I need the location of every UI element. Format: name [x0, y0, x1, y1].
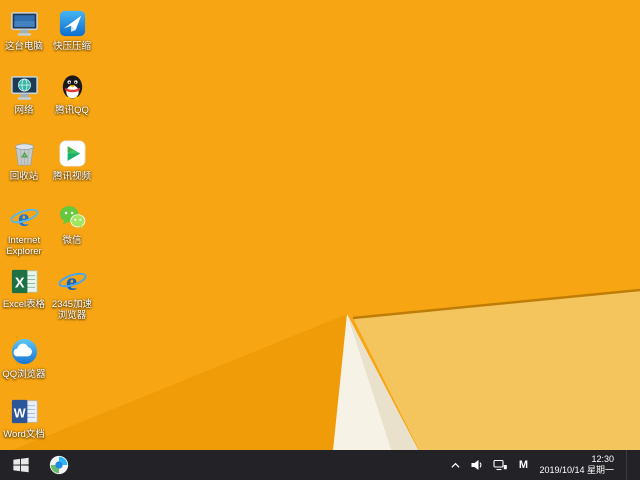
- desktop-icon-label: QQ浏览器: [2, 369, 46, 380]
- desktop-icon-label: 微信: [62, 235, 82, 246]
- desktop-screen: 这台电脑 网络 回收站 e Internet Explorer X Excel表…: [0, 0, 640, 480]
- show-desktop-button[interactable]: [626, 450, 633, 480]
- this-pc-icon: [10, 12, 38, 36]
- desktop-icon-label: 回收站: [9, 171, 39, 182]
- start-button[interactable]: [0, 450, 42, 480]
- desktop-icon-qq[interactable]: 腾讯QQ: [48, 72, 96, 116]
- taskbar-clock[interactable]: 12:30 2019/10/14 星期一: [539, 454, 614, 477]
- word-icon: W: [11, 399, 37, 424]
- desktop-icon-tencent-video[interactable]: 腾讯视频: [48, 138, 96, 182]
- desktop-icon-label: 网络: [14, 105, 34, 116]
- clock-time: 12:30: [591, 453, 614, 464]
- desktop-icon-excel[interactable]: X Excel表格: [0, 266, 48, 310]
- desktop-icon-internet-explorer[interactable]: e Internet Explorer: [0, 202, 48, 257]
- desktop-icon-label: 快压压缩: [52, 41, 91, 52]
- qq-penguin-icon: [62, 75, 82, 101]
- taskbar: M 12:30 2019/10/14 星期一: [0, 450, 640, 480]
- desktop-icon-wechat[interactable]: 微信: [48, 202, 96, 246]
- pinned-browser-button[interactable]: [46, 452, 72, 478]
- desktop-icon-this-pc[interactable]: 这台电脑: [0, 8, 48, 52]
- desktop-icon-label: Excel表格: [2, 299, 46, 310]
- desktop-icon-label: Word文档: [3, 429, 45, 440]
- desktop-icon-qq-browser[interactable]: QQ浏览器: [0, 336, 48, 380]
- desktop-icon-label: 腾讯视频: [52, 171, 91, 182]
- excel-icon: X: [11, 269, 37, 294]
- browser-taskbar-icon: [49, 455, 69, 475]
- windows-start-icon: [13, 457, 29, 473]
- desktop-icon-label: Internet Explorer: [6, 235, 42, 257]
- tencent-video-icon: [59, 140, 85, 167]
- desktop-icon-kuaizip[interactable]: 快压压缩: [48, 8, 96, 52]
- desktop-icon-label: 这台电脑: [4, 41, 43, 52]
- desktop-icon-2345-browser[interactable]: e 2345加速浏览器: [48, 266, 96, 321]
- 2345-browser-icon: e: [58, 269, 86, 296]
- volume-button[interactable]: [470, 459, 484, 471]
- svg-text:e: e: [17, 205, 28, 232]
- kuaizip-icon: [59, 10, 85, 37]
- wechat-icon: [59, 206, 85, 229]
- desktop-icon-label: 2345加速浏览器: [51, 299, 93, 321]
- network-globe-icon: [10, 76, 38, 100]
- svg-text:W: W: [13, 406, 25, 420]
- desktop-icon-network[interactable]: 网络: [0, 72, 48, 116]
- network-status-icon: [493, 459, 508, 471]
- desktop-icon-recycle-bin[interactable]: 回收站: [0, 138, 48, 182]
- network-button[interactable]: [493, 459, 508, 471]
- speaker-icon: [471, 460, 482, 470]
- ime-indicator[interactable]: M: [516, 459, 530, 471]
- svg-text:X: X: [14, 275, 24, 291]
- chevron-up-icon: [451, 462, 461, 468]
- ie-icon: e: [10, 205, 38, 232]
- desktop-wallpaper[interactable]: [0, 0, 640, 480]
- qq-browser-icon: [11, 338, 37, 365]
- recycle-bin-icon: [14, 143, 34, 166]
- system-tray: M 12:30 2019/10/14 星期一: [450, 450, 633, 480]
- hidden-icons-button[interactable]: [450, 460, 461, 471]
- desktop-icon-label: 腾讯QQ: [55, 105, 89, 116]
- svg-text:e: e: [65, 269, 76, 296]
- clock-date: 2019/10/14 星期一: [539, 465, 614, 475]
- desktop-icon-word[interactable]: W Word文档: [0, 396, 48, 440]
